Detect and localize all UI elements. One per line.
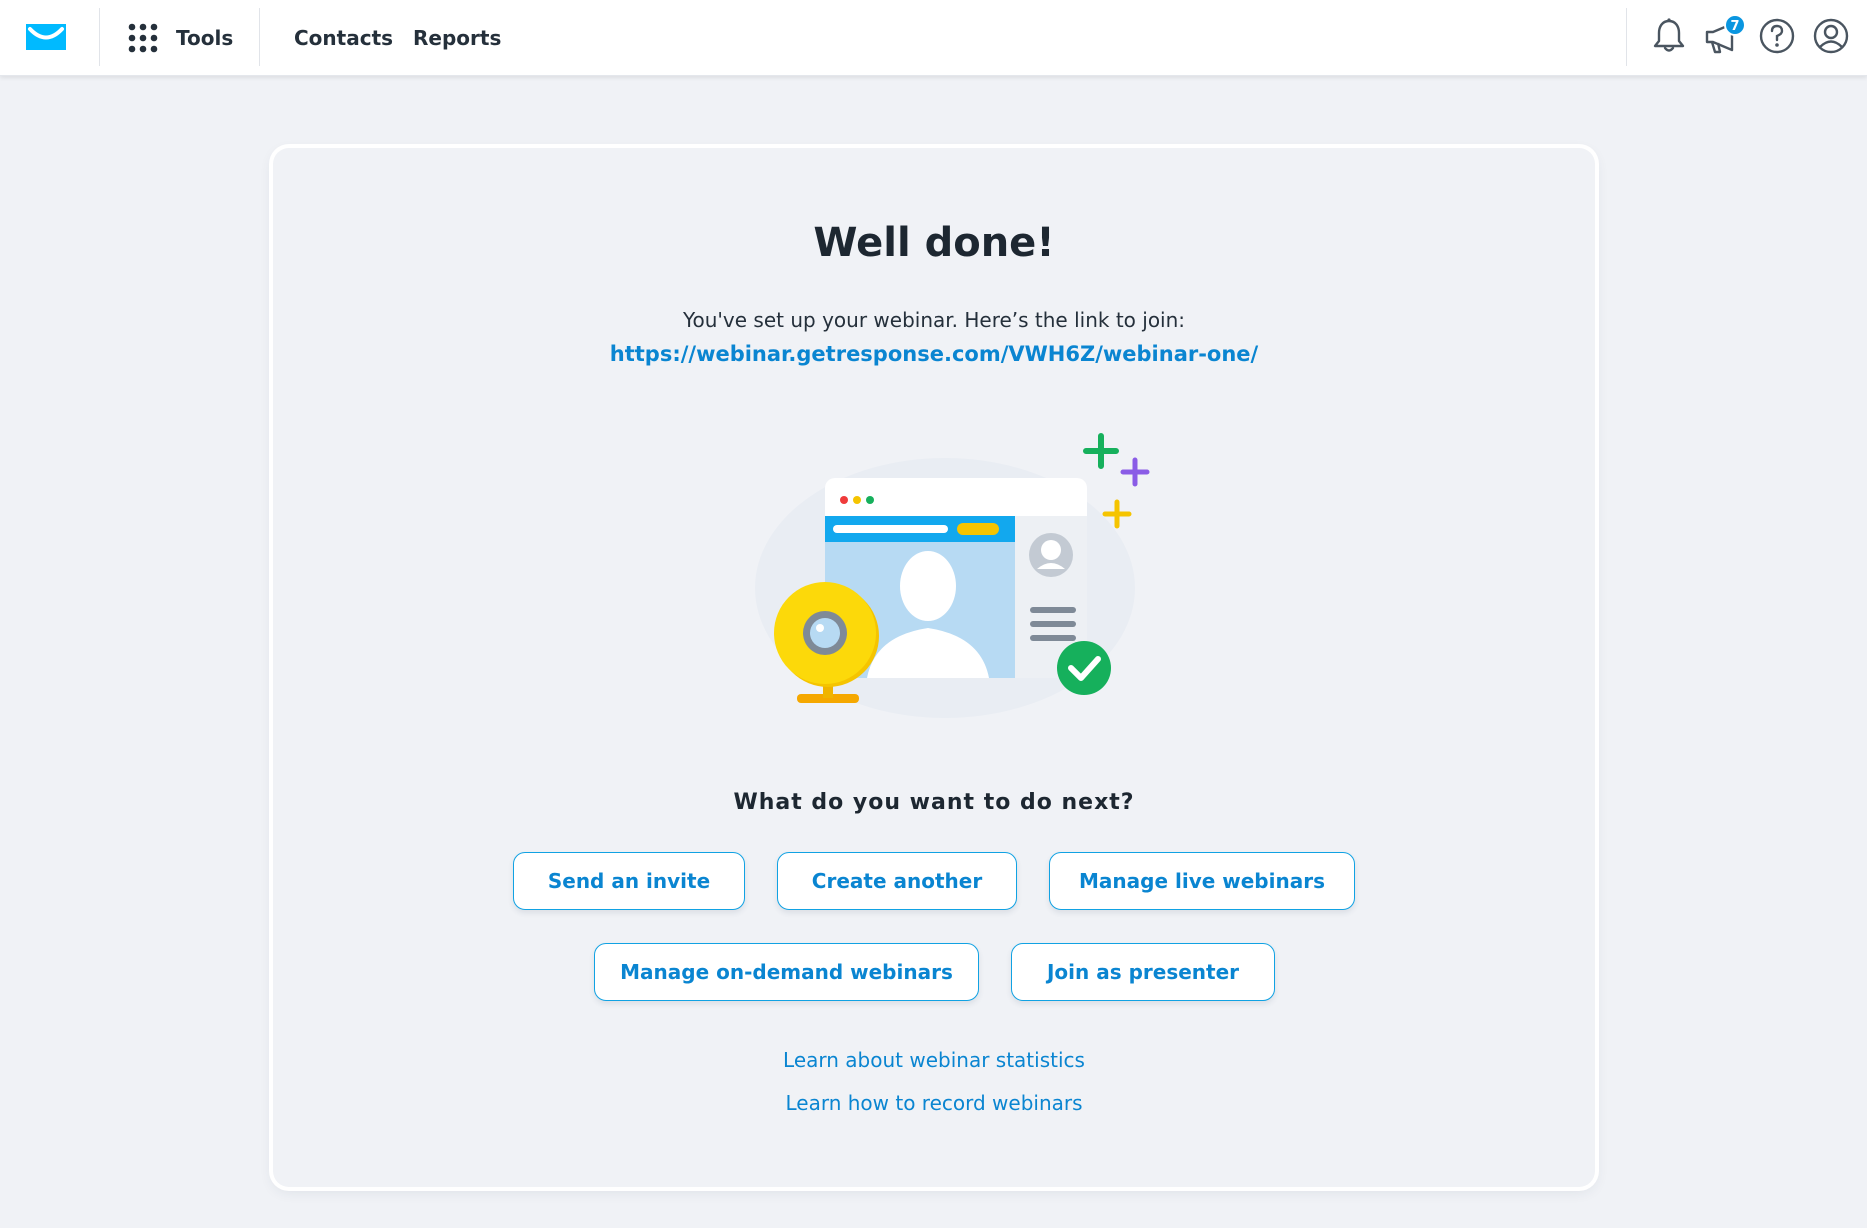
announcements-badge: 7 <box>1724 14 1746 36</box>
next-step-question: What do you want to do next? <box>733 790 1135 815</box>
envelope-logo-icon[interactable] <box>24 20 68 54</box>
top-navigation-bar: Tools Contacts Reports 7 <box>0 0 1867 76</box>
divider <box>99 8 100 66</box>
join-as-presenter-button[interactable]: Join as presenter <box>1011 943 1275 1001</box>
help-icon[interactable] <box>1757 16 1797 56</box>
learn-record-webinars-link[interactable]: Learn how to record webinars <box>273 1091 1595 1115</box>
send-invite-button[interactable]: Send an invite <box>513 852 745 910</box>
nav-reports[interactable]: Reports <box>413 0 501 76</box>
divider <box>1626 8 1627 66</box>
learn-webinar-statistics-link[interactable]: Learn about webinar statistics <box>273 1048 1595 1072</box>
bell-icon[interactable] <box>1649 16 1689 56</box>
tools-menu[interactable]: Tools <box>128 0 233 76</box>
tools-label: Tools <box>176 26 234 50</box>
manage-on-demand-webinars-button[interactable]: Manage on-demand webinars <box>594 943 979 1001</box>
grid-icon <box>128 23 158 53</box>
success-card: Well done! You've set up your webinar. H… <box>273 148 1595 1187</box>
setup-message: You've set up your webinar. Here’s the l… <box>682 308 1186 332</box>
webinar-illustration <box>755 433 1150 718</box>
webinar-join-link[interactable]: https://webinar.getresponse.com/VWH6Z/we… <box>273 342 1595 366</box>
page-title: Well done! <box>813 220 1055 266</box>
create-another-button[interactable]: Create another <box>777 852 1017 910</box>
divider <box>259 8 260 66</box>
manage-live-webinars-button[interactable]: Manage live webinars <box>1049 852 1355 910</box>
nav-contacts[interactable]: Contacts <box>294 0 393 76</box>
account-icon[interactable] <box>1811 16 1851 56</box>
